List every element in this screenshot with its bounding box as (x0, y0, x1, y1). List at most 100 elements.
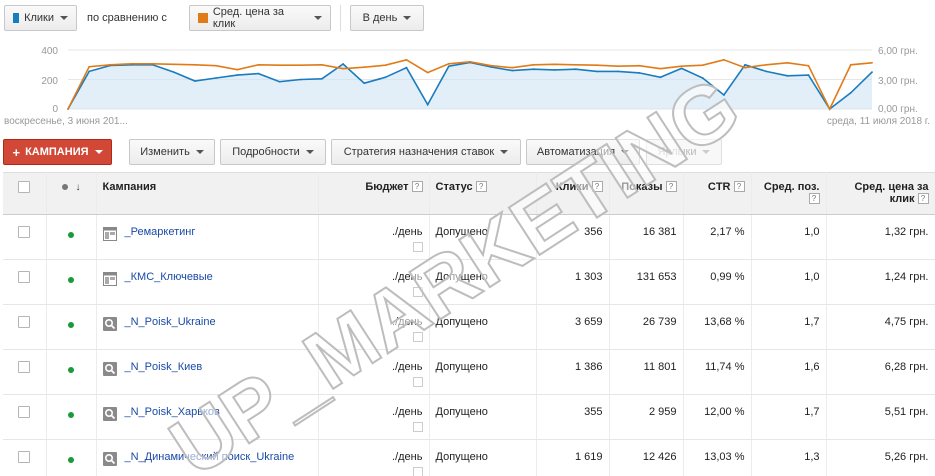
chevron-down-icon (500, 150, 509, 154)
avg-cpc-cell: 6,28 грн. (826, 349, 935, 395)
help-icon[interactable]: ? (808, 193, 820, 204)
column-header-ctr[interactable]: CTR? (683, 172, 752, 215)
table-row[interactable]: _N_Динамический поиск_Ukraine ./день Допущ… (3, 439, 935, 476)
campaign-link[interactable]: _Ремаркетинг (125, 226, 196, 239)
budget-cell[interactable]: ./день (318, 349, 430, 395)
metric2-dropdown[interactable]: Сред. цена за клик (189, 5, 331, 31)
campaign-cell: _N_Poisk_Киев (96, 349, 319, 395)
row-status-cell (46, 304, 97, 350)
enabled-status-icon[interactable] (68, 232, 74, 238)
automation-label: Автоматизация (536, 146, 616, 158)
bid-strategy-button[interactable]: Стратегия назначения ставок (331, 139, 521, 165)
row-checkbox[interactable] (18, 406, 31, 418)
column-header-campaign[interactable]: Кампания (96, 172, 319, 215)
column-header-budget[interactable]: Бюджет? (318, 172, 430, 215)
help-icon[interactable]: ? (665, 181, 677, 192)
budget-edit-icon[interactable] (412, 377, 423, 387)
budget-cell[interactable]: ./день (318, 214, 430, 260)
clicks-point (405, 66, 408, 69)
row-select-cell (3, 439, 47, 476)
budget-edit-icon[interactable] (412, 422, 423, 432)
cpc-point (871, 61, 873, 64)
row-checkbox[interactable] (18, 226, 31, 238)
cpc-point (680, 65, 683, 68)
row-checkbox[interactable] (18, 271, 31, 283)
table-row[interactable]: _N_Poisk_Киев ./день Допущено 1 386 11 801 11… (3, 349, 935, 395)
metric1-label: Клики (24, 12, 54, 24)
column-header-status[interactable]: Статус? (429, 172, 537, 215)
budget-value: ./день (392, 406, 423, 418)
clicks-area (68, 62, 872, 109)
clicks-point (680, 67, 683, 70)
details-button[interactable]: Подробности (220, 139, 326, 165)
column-header-impressions[interactable]: Показы? (609, 172, 684, 215)
add-campaign-button[interactable]: + КАМПАНИЯ (3, 139, 112, 165)
labels-button[interactable]: Ярлыки (646, 139, 722, 165)
edit-button[interactable]: Изменить (129, 139, 215, 165)
column-header-clicks[interactable]: Клики? (536, 172, 610, 215)
budget-edit-icon[interactable] (412, 287, 423, 297)
clicks-point (363, 82, 366, 85)
row-checkbox[interactable] (18, 361, 31, 373)
cpc-point (807, 64, 810, 67)
table-row[interactable]: _Ремаркетинг ./день Допущено 356 16 381 2,17 … (3, 214, 935, 260)
enabled-status-icon[interactable] (68, 277, 74, 283)
clicks-point (172, 71, 175, 74)
table-row[interactable]: _КМС_Ключевые ./день Допущено 1 303 131 653 0… (3, 259, 935, 305)
cpc-point (194, 63, 196, 66)
budget-cell[interactable]: ./день (318, 259, 430, 305)
chart-controls: Клики по сравнению с Сред. цена за клик … (0, 0, 935, 40)
campaign-cell: _КМС_Ключевые (96, 259, 319, 305)
enabled-status-icon[interactable] (68, 412, 74, 418)
header-label: Бюджет (365, 181, 409, 193)
row-status-cell (46, 349, 97, 395)
period-dropdown[interactable]: В день (350, 5, 424, 31)
help-icon[interactable]: ? (475, 181, 487, 192)
help-icon[interactable]: ? (917, 193, 929, 204)
table-row[interactable]: _N_Poisk_Харьков ./день Допущено 355 2 959 12… (3, 394, 935, 440)
metric1-dropdown[interactable]: Клики (4, 5, 77, 31)
cpc-point (490, 64, 493, 67)
status-value: Допущено (435, 316, 488, 328)
cpc-point (638, 64, 641, 67)
chevron-down-icon (60, 16, 68, 20)
budget-edit-icon[interactable] (412, 467, 423, 476)
status-value: Допущено (435, 361, 488, 373)
campaign-link[interactable]: _N_Динамический поиск_Ukraine (125, 451, 295, 464)
table-row[interactable]: _N_Poisk_Ukraine ./день Допущено 3 659 26 73… (3, 304, 935, 350)
header-label: Статус (435, 181, 473, 193)
row-status-cell (46, 259, 97, 305)
help-icon[interactable]: ? (733, 181, 745, 192)
campaign-cell: _Ремаркетинг (96, 214, 319, 260)
column-header-avg-position[interactable]: Сред. поз.? (751, 172, 827, 215)
campaign-cell: _N_Poisk_Ukraine (96, 304, 319, 350)
budget-value: ./день (392, 451, 423, 463)
avg-position-cell: 1,0 (751, 259, 827, 305)
clicks-point (384, 76, 387, 79)
clicks-point (532, 68, 535, 71)
clicks-cell: 1 386 (536, 349, 610, 395)
status-dot-header[interactable]: ↓ (46, 172, 97, 215)
campaign-link[interactable]: _КМС_Ключевые (125, 271, 213, 284)
budget-cell[interactable]: ./день (318, 439, 430, 476)
select-all-checkbox[interactable] (18, 181, 31, 193)
budget-value: ./день (392, 316, 423, 328)
row-checkbox[interactable] (18, 316, 31, 328)
budget-cell[interactable]: ./день (318, 394, 430, 440)
enabled-status-icon[interactable] (68, 457, 74, 463)
help-icon[interactable]: ? (591, 181, 603, 192)
budget-edit-icon[interactable] (412, 242, 423, 252)
campaign-link[interactable]: _N_Poisk_Ukraine (125, 316, 216, 329)
row-checkbox[interactable] (18, 451, 31, 463)
enabled-status-icon[interactable] (68, 367, 74, 373)
y-left-tick: 200 (41, 76, 58, 87)
budget-cell[interactable]: ./день (318, 304, 430, 350)
cpc-point (617, 65, 620, 68)
column-header-avg-cpc[interactable]: Сред. цена за клик? (826, 172, 935, 215)
campaign-link[interactable]: _N_Poisk_Киев (125, 361, 203, 374)
automation-button[interactable]: Автоматизация (526, 139, 640, 165)
help-icon[interactable]: ? (411, 181, 423, 192)
campaign-link[interactable]: _N_Poisk_Харьков (125, 406, 220, 419)
budget-edit-icon[interactable] (412, 332, 423, 342)
enabled-status-icon[interactable] (68, 322, 74, 328)
